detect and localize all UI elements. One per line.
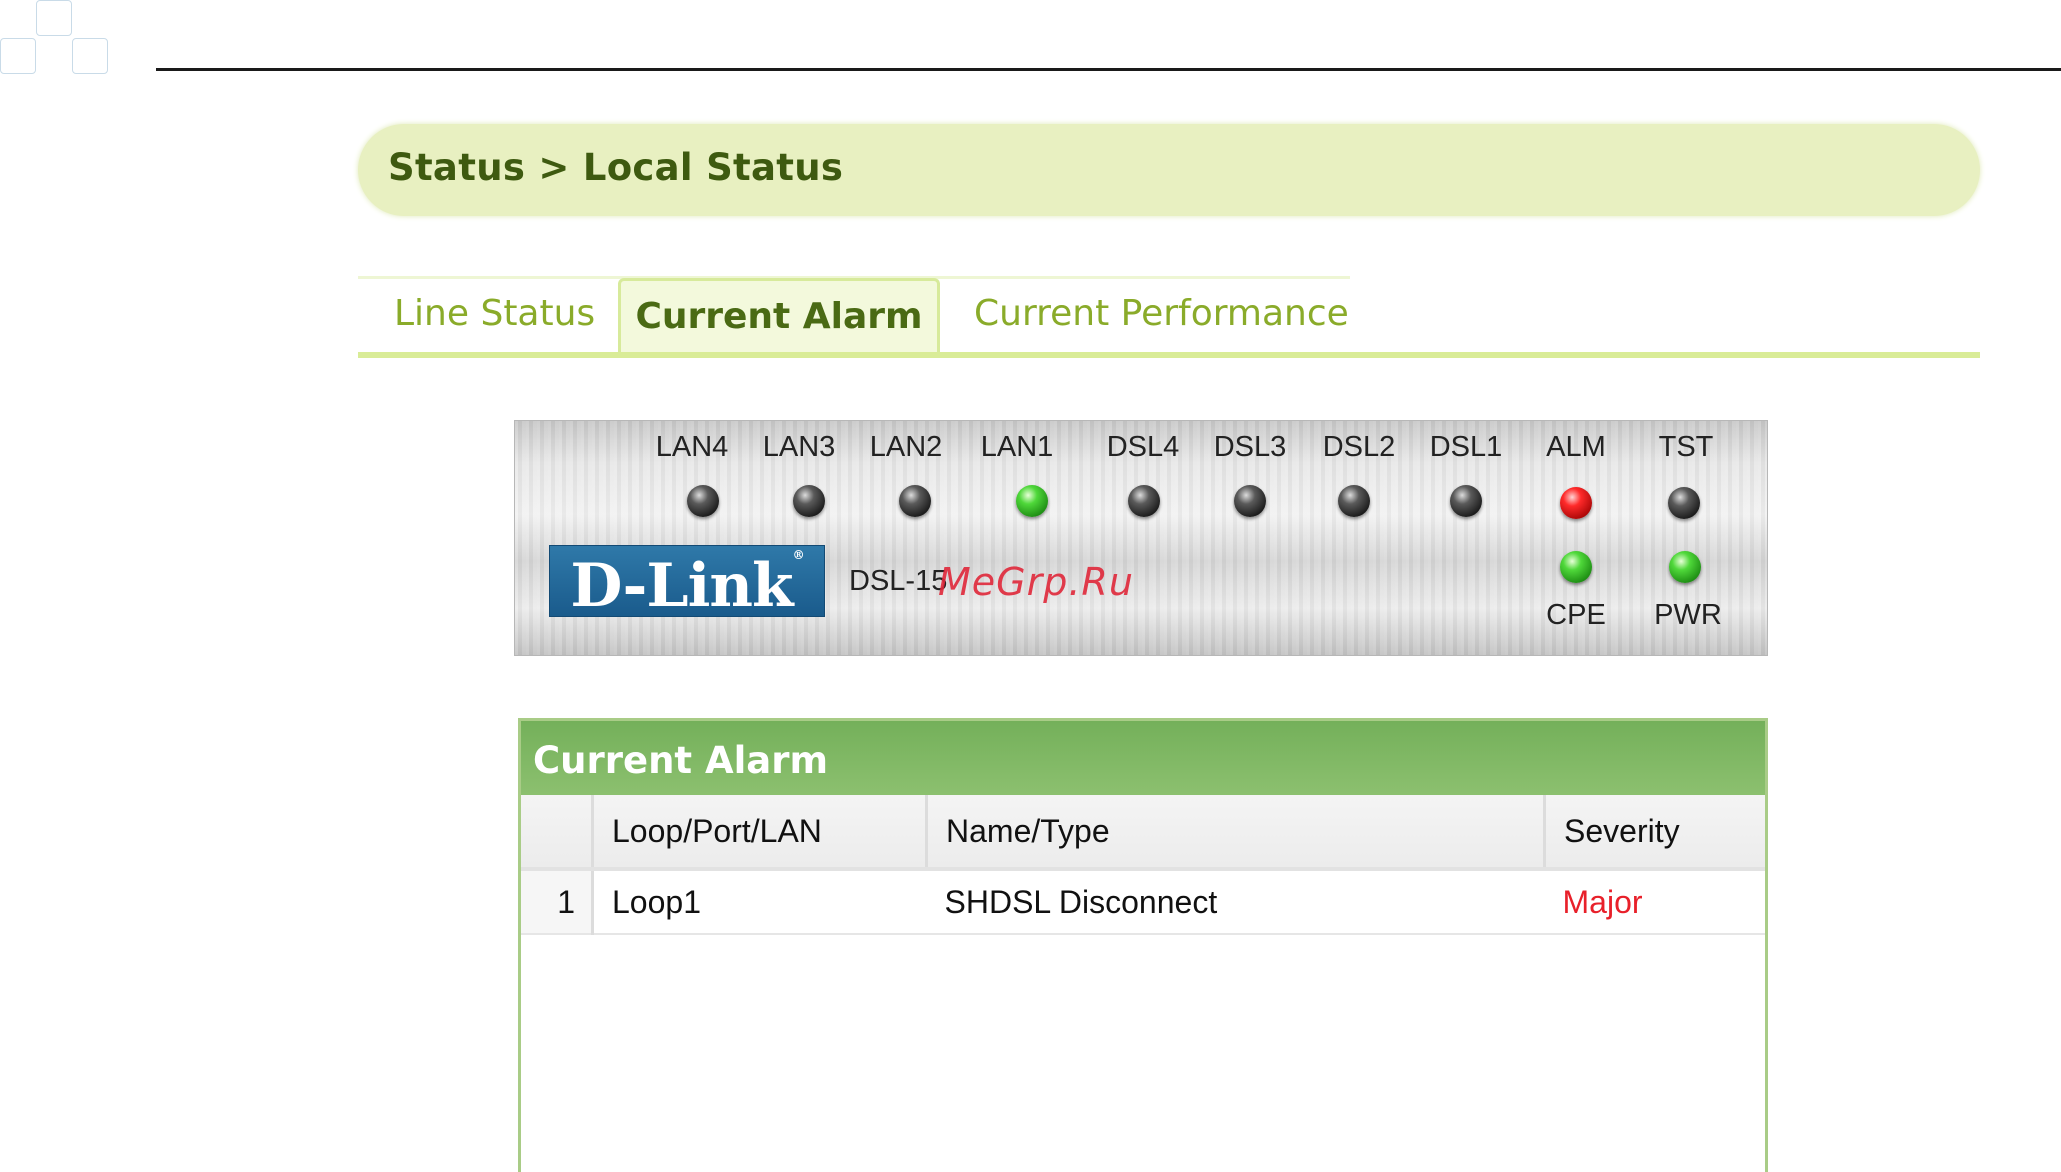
column-header-loop-port-lan: Loop/Port/LAN (592, 795, 928, 871)
current-alarm-title: Current Alarm (521, 721, 1765, 795)
led-label-dsl4: DSL4 (1106, 431, 1180, 463)
led-label-lan1: LAN1 (980, 431, 1054, 463)
led-dsl4-indicator (1128, 485, 1160, 517)
column-header-severity: Severity (1544, 795, 1765, 871)
led-label-dsl1: DSL1 (1429, 431, 1503, 463)
corner-decoration-square (36, 0, 72, 36)
led-label-lan2: LAN2 (869, 431, 943, 463)
led-label-dsl3: DSL3 (1213, 431, 1287, 463)
led-cpe-indicator (1560, 551, 1592, 583)
column-header-name-type: Name/Type (926, 795, 1546, 871)
header-rule (156, 68, 2061, 71)
tab-bar: Line Status Current Alarm Current Perfor… (358, 276, 1980, 358)
tab-current-alarm[interactable]: Current Alarm (618, 278, 940, 353)
tab-bar-underline (358, 352, 1980, 358)
row-name-type: SHDSL Disconnect (926, 869, 1545, 935)
led-label-pwr: PWR (1654, 599, 1722, 631)
led-dsl3-indicator (1234, 485, 1266, 517)
row-severity: Major (1544, 869, 1765, 935)
led-lan2-indicator (899, 485, 931, 517)
led-dsl2-indicator (1338, 485, 1370, 517)
led-lan3-indicator (793, 485, 825, 517)
led-lan1-indicator (1016, 485, 1048, 517)
led-dsl1-indicator (1450, 485, 1482, 517)
table-row[interactable]: 1 Loop1 SHDSL Disconnect Major (521, 869, 1765, 935)
device-model: DSL-15 (849, 565, 948, 597)
alarm-table-header-row: Loop/Port/LAN Name/Type Severity (521, 795, 1765, 871)
led-label-cpe: CPE (1546, 599, 1606, 631)
tab-current-performance[interactable]: Current Performance (974, 278, 1349, 350)
row-index: 1 (521, 869, 594, 935)
led-label-tst: TST (1658, 431, 1714, 463)
led-lan4-indicator (687, 485, 719, 517)
corner-decoration-square (72, 38, 108, 74)
led-pwr-indicator (1669, 551, 1701, 583)
current-alarm-panel: Current Alarm Loop/Port/LAN Name/Type Se… (518, 718, 1768, 1172)
breadcrumb: Status > Local Status (358, 124, 1980, 216)
breadcrumb-text: Status > Local Status (388, 146, 844, 189)
led-label-alm: ALM (1546, 431, 1606, 463)
led-label-lan3: LAN3 (762, 431, 836, 463)
row-loop: Loop1 (592, 869, 927, 935)
device-front-panel: LAN4 LAN3 LAN2 LAN1 DSL4 DSL3 DSL2 DSL1 … (514, 420, 1768, 656)
watermark-text: MeGrp.Ru (938, 560, 1134, 604)
dlink-logo: D-Link® (549, 545, 825, 621)
dlink-logo-text: D-Link (570, 551, 793, 621)
alarm-table: Loop/Port/LAN Name/Type Severity 1 Loop1… (521, 795, 1765, 935)
column-header-index (521, 795, 594, 871)
led-label-dsl2: DSL2 (1322, 431, 1396, 463)
led-tst-indicator (1668, 487, 1700, 519)
corner-decoration-square (0, 38, 36, 74)
led-label-lan4: LAN4 (655, 431, 729, 463)
tab-line-status[interactable]: Line Status (394, 278, 595, 350)
led-alm-indicator (1560, 487, 1592, 519)
